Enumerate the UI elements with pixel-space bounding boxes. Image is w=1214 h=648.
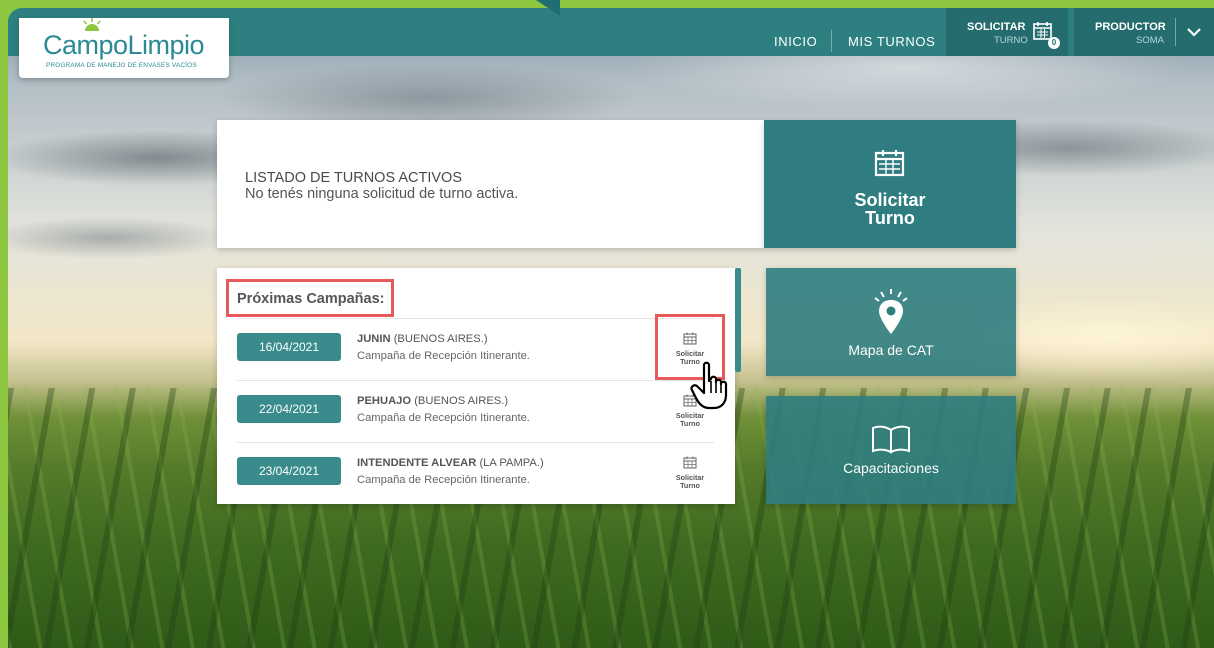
nav-mis-turnos-link[interactable]: MIS TURNOS bbox=[848, 34, 935, 49]
hand-pointer-icon bbox=[690, 361, 728, 410]
campaign-province: (BUENOS AIRES.) bbox=[393, 333, 488, 345]
solicitar-turno-card[interactable]: Solicitar Turno bbox=[764, 120, 1016, 248]
campaign-date: 23/04/2021 bbox=[237, 457, 341, 485]
nav-divider bbox=[831, 30, 832, 52]
turno-count-badge: 0 bbox=[1048, 37, 1060, 49]
campaign-row: 23/04/2021 INTENDENTE ALVEAR (LA PAMPA.)… bbox=[237, 442, 714, 504]
logo-tagline: PROGRAMA DE MANEJO DE ENVASES VACÍOS bbox=[46, 62, 197, 69]
book-icon bbox=[872, 425, 910, 454]
active-turnos-message: No tenés ninguna solicitud de turno acti… bbox=[245, 186, 519, 202]
user-role-label: PRODUCTOR bbox=[1095, 21, 1166, 33]
logo-title: CampoLimpio bbox=[43, 30, 205, 60]
chevron-down-icon[interactable] bbox=[1186, 26, 1202, 38]
campaign-date: 22/04/2021 bbox=[237, 395, 341, 423]
campaign-location: INTENDENTE ALVEAR (LA PAMPA.) bbox=[357, 457, 544, 469]
campaign-city: JUNIN bbox=[357, 333, 391, 345]
calendar-icon bbox=[683, 456, 697, 469]
campaign-location: JUNIN (BUENOS AIRES.) bbox=[357, 333, 488, 345]
campaign-city: PEHUAJO bbox=[357, 395, 412, 407]
campaign-row: 16/04/2021 JUNIN (BUENOS AIRES.) Campaña… bbox=[237, 318, 714, 380]
user-menu-divider bbox=[1175, 18, 1176, 46]
scrollbar-thumb[interactable] bbox=[735, 268, 741, 372]
nav-solicitar-turno-button[interactable]: SOLICITAR TURNO 0 bbox=[946, 8, 1068, 56]
solicitar-card-line2: Turno bbox=[865, 208, 915, 228]
campaign-province: (BUENOS AIRES.) bbox=[414, 395, 509, 407]
mapa-cat-card[interactable]: Mapa de CAT bbox=[766, 268, 1016, 376]
solicitar-card-line1: Solicitar bbox=[854, 190, 926, 210]
map-pin-icon bbox=[874, 289, 908, 334]
campaign-province: (LA PAMPA.) bbox=[479, 457, 544, 469]
logo[interactable]: CampoLimpio PROGRAMA DE MANEJO DE ENVASE… bbox=[19, 18, 229, 78]
mapa-cat-label: Mapa de CAT bbox=[848, 342, 934, 358]
campaign-row: 22/04/2021 PEHUAJO (BUENOS AIRES.) Campa… bbox=[237, 380, 714, 442]
list-scrollbar[interactable] bbox=[735, 268, 741, 504]
capacitaciones-card[interactable]: Capacitaciones bbox=[766, 396, 1016, 504]
active-turnos-card: LISTADO DE TURNOS ACTIVOS No tenés ningu… bbox=[217, 120, 764, 248]
campaign-location: PEHUAJO (BUENOS AIRES.) bbox=[357, 395, 508, 407]
user-menu[interactable]: PRODUCTOR SOMA bbox=[1074, 8, 1214, 56]
action-label-line2: Turno bbox=[680, 419, 700, 428]
nav-inicio-link[interactable]: INICIO bbox=[774, 34, 817, 49]
nav-solicitar-sub: TURNO bbox=[994, 35, 1028, 46]
campaign-date: 16/04/2021 bbox=[237, 333, 341, 361]
user-name-label: SOMA bbox=[1136, 35, 1164, 46]
title-highlight-box bbox=[226, 279, 394, 317]
nav-solicitar-title: SOLICITAR bbox=[967, 21, 1026, 33]
campaign-description: Campaña de Recepción Itinerante. bbox=[357, 350, 530, 362]
campaign-city: INTENDENTE ALVEAR bbox=[357, 457, 477, 469]
action-label-line2: Turno bbox=[680, 481, 700, 490]
calendar-icon bbox=[874, 150, 905, 177]
campaign-description: Campaña de Recepción Itinerante. bbox=[357, 474, 530, 486]
campaign-description: Campaña de Recepción Itinerante. bbox=[357, 412, 530, 424]
active-turnos-title: LISTADO DE TURNOS ACTIVOS bbox=[245, 170, 463, 186]
capacitaciones-label: Capacitaciones bbox=[843, 460, 939, 476]
solicitar-turno-action[interactable]: Solicitar Turno bbox=[674, 456, 706, 490]
proximas-campanas-card: Próximas Campañas: 16/04/2021 JUNIN (BUE… bbox=[217, 268, 735, 504]
